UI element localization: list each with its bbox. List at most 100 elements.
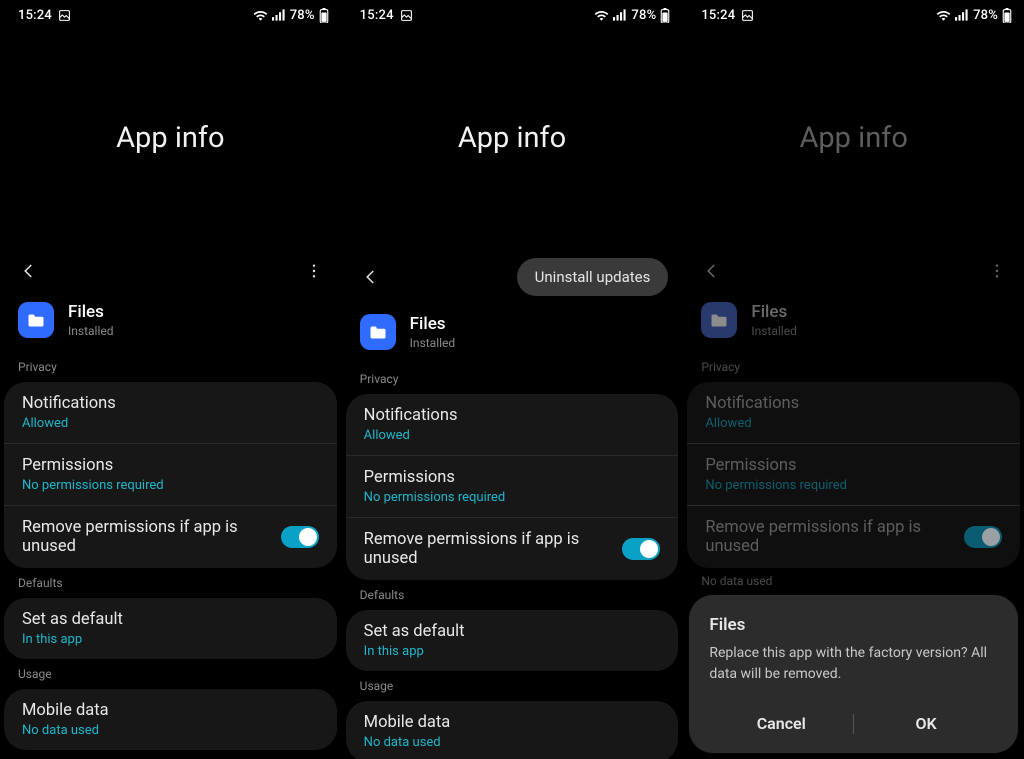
card-privacy: Notifications Allowed Permissions No per…	[4, 382, 337, 568]
toggle-remove-permissions[interactable]	[281, 526, 319, 548]
back-button	[699, 258, 725, 284]
row-notifications: Notifications Allowed	[687, 382, 1020, 443]
row-value: No data used	[364, 735, 661, 750]
row-label: Remove permissions if app is unused	[705, 518, 950, 556]
app-status: Installed	[410, 336, 456, 350]
row-label: Set as default	[22, 610, 319, 629]
app-header: Files Installed	[683, 302, 1024, 352]
dialog-message: Replace this app with the factory versio…	[709, 643, 998, 684]
status-bar: 15:24 78%	[342, 0, 683, 28]
row-label: Permissions	[22, 456, 319, 475]
app-icon	[18, 302, 54, 338]
page-title: App info	[342, 28, 683, 248]
row-label: Mobile data	[22, 701, 319, 720]
status-time: 15:24	[360, 8, 394, 23]
more-button[interactable]	[301, 258, 327, 284]
status-battery-text: 78%	[290, 8, 315, 23]
section-privacy: Privacy	[0, 352, 341, 382]
signal-icon	[272, 9, 286, 21]
row-permissions: Permissions No permissions required	[687, 443, 1020, 505]
section-usage: Usage	[342, 671, 683, 701]
toggle-remove-permissions[interactable]	[622, 538, 660, 560]
app-name: Files	[751, 302, 797, 322]
row-value: No data used	[683, 568, 1024, 588]
toggle-remove-permissions	[964, 526, 1002, 548]
row-value: In this app	[364, 644, 661, 659]
card-usage: Mobile data No data used	[4, 689, 337, 750]
section-defaults: Defaults	[0, 568, 341, 598]
card-defaults: Set as default In this app	[4, 598, 337, 659]
screen-app-info-menu: 15:24 78% App info Uninstall updates	[341, 0, 683, 759]
battery-icon	[660, 8, 670, 23]
card-privacy: Notifications Allowed Permissions No per…	[687, 382, 1020, 568]
row-label: Notifications	[364, 406, 661, 425]
wifi-icon	[936, 9, 951, 21]
app-status: Installed	[751, 324, 797, 338]
screenshot-icon	[741, 9, 754, 22]
menu-uninstall-updates[interactable]: Uninstall updates	[517, 258, 669, 296]
row-value: Allowed	[705, 416, 1002, 431]
row-value: Allowed	[364, 428, 661, 443]
section-privacy: Privacy	[342, 364, 683, 394]
app-status: Installed	[68, 324, 114, 338]
screen-app-info: 15:24 78% App info	[0, 0, 341, 759]
signal-icon	[955, 9, 969, 21]
row-set-default[interactable]: Set as default In this app	[346, 610, 679, 671]
row-label: Remove permissions if app is unused	[364, 530, 609, 568]
dialog-cancel-button[interactable]: Cancel	[709, 702, 853, 745]
row-label: Notifications	[705, 394, 1002, 413]
back-button[interactable]	[16, 258, 42, 284]
screenshot-icon	[400, 9, 413, 22]
more-button	[984, 258, 1010, 284]
card-usage: Mobile data No data used	[346, 701, 679, 759]
row-value: In this app	[22, 632, 319, 647]
row-value: No permissions required	[364, 490, 661, 505]
row-set-default[interactable]: Set as default In this app	[4, 598, 337, 659]
card-defaults: Set as default In this app	[346, 610, 679, 671]
card-privacy: Notifications Allowed Permissions No per…	[346, 394, 679, 580]
app-header: Files Installed	[0, 302, 341, 352]
app-name: Files	[68, 302, 114, 322]
wifi-icon	[594, 9, 609, 21]
row-value: No permissions required	[705, 478, 1002, 493]
battery-icon	[319, 8, 329, 23]
row-value: No permissions required	[22, 478, 319, 493]
row-notifications[interactable]: Notifications Allowed	[346, 394, 679, 455]
row-label: Permissions	[364, 468, 661, 487]
status-battery-text: 78%	[973, 8, 998, 23]
row-remove-permissions[interactable]: Remove permissions if app is unused	[346, 517, 679, 580]
signal-icon	[613, 9, 627, 21]
row-permissions[interactable]: Permissions No permissions required	[4, 443, 337, 505]
row-label: Mobile data	[364, 713, 661, 732]
dialog-ok-button[interactable]: OK	[854, 702, 998, 745]
screenshot-icon	[58, 9, 71, 22]
row-label: Notifications	[22, 394, 319, 413]
status-bar: 15:24 78%	[683, 0, 1024, 28]
app-header: Files Installed	[342, 314, 683, 364]
row-remove-permissions: Remove permissions if app is unused	[687, 505, 1020, 568]
dialog-title: Files	[709, 615, 998, 635]
row-value: No data used	[22, 723, 319, 738]
row-mobile-data[interactable]: Mobile data No data used	[346, 701, 679, 759]
page-title: App info	[683, 28, 1024, 248]
section-usage: Usage	[0, 659, 341, 689]
row-remove-permissions[interactable]: Remove permissions if app is unused	[4, 505, 337, 568]
section-defaults: Defaults	[342, 580, 683, 610]
battery-icon	[1002, 8, 1012, 23]
status-time: 15:24	[701, 8, 735, 23]
status-bar: 15:24 78%	[0, 0, 341, 28]
back-button[interactable]	[358, 264, 384, 290]
row-notifications[interactable]: Notifications Allowed	[4, 382, 337, 443]
confirm-dialog: Files Replace this app with the factory …	[689, 595, 1018, 753]
wifi-icon	[253, 9, 268, 21]
screen-app-info-dialog: 15:24 78% App info	[682, 0, 1024, 759]
app-icon	[360, 314, 396, 350]
row-label: Permissions	[705, 456, 1002, 475]
row-mobile-data[interactable]: Mobile data No data used	[4, 689, 337, 750]
row-value: Allowed	[22, 416, 319, 431]
row-label: Set as default	[364, 622, 661, 641]
status-battery-text: 78%	[631, 8, 656, 23]
row-permissions[interactable]: Permissions No permissions required	[346, 455, 679, 517]
page-title: App info	[0, 28, 341, 248]
app-name: Files	[410, 314, 456, 334]
